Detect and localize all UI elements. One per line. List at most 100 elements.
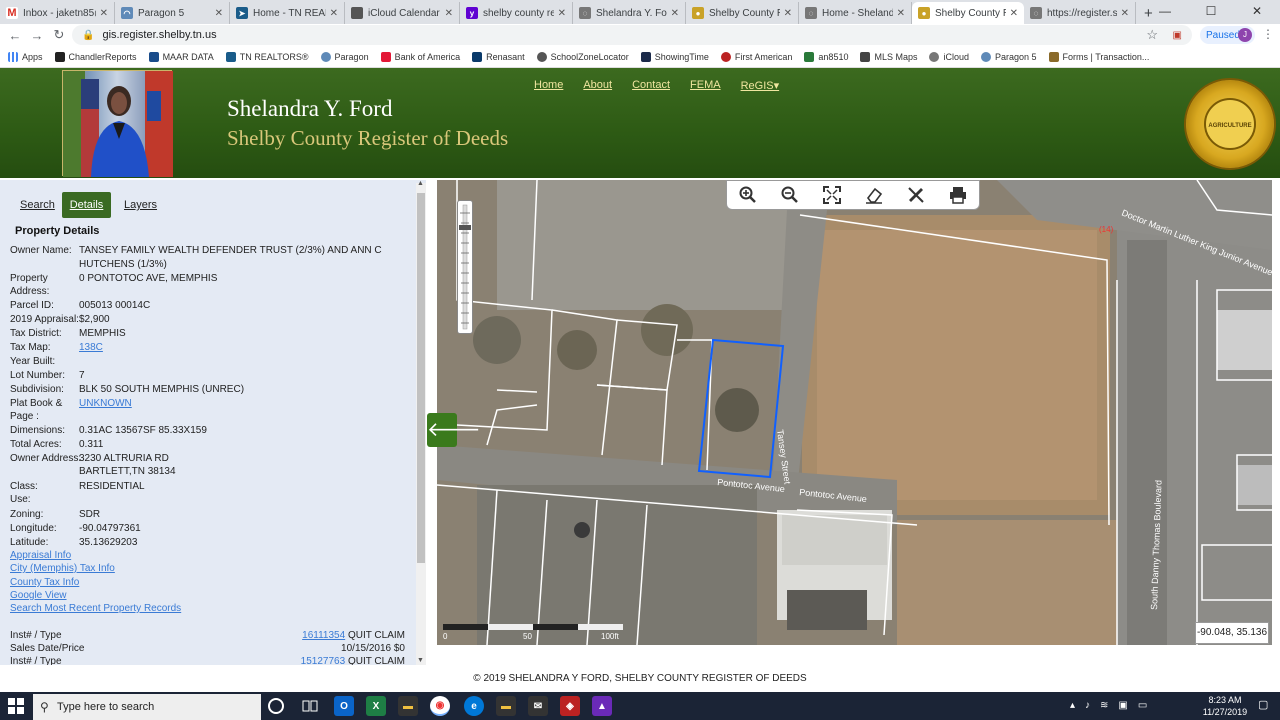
measure-icon[interactable] — [905, 184, 927, 206]
close-icon[interactable]: ✕ — [897, 8, 905, 19]
tab-layers[interactable]: Layers — [124, 192, 157, 218]
back-icon[interactable]: ← — [4, 28, 26, 43]
collapse-panel-button[interactable]: 🡐 — [427, 413, 481, 447]
windows-start-icon[interactable] — [6, 696, 26, 716]
close-icon[interactable]: ✕ — [1121, 8, 1129, 19]
close-icon[interactable]: ✕ — [215, 8, 223, 19]
panel-scrollbar[interactable]: ▲ ▼ — [416, 180, 426, 667]
nav-regis[interactable]: ReGIS▾ — [741, 79, 780, 92]
zoom-slider[interactable] — [457, 200, 473, 334]
full-extent-icon[interactable] — [821, 184, 843, 206]
minimize-icon[interactable]: — — [1142, 0, 1188, 24]
browser-tab-register[interactable]: ●Shelby County Regi✕ — [686, 2, 799, 24]
bookmark-bofa[interactable]: Bank of America — [380, 51, 460, 62]
bookmark-paragon5[interactable]: Paragon 5 — [981, 51, 1037, 62]
taskbar-clock[interactable]: 8:23 AM 11/27/2019 — [1200, 694, 1250, 718]
profile-button[interactable]: Paused J — [1200, 26, 1255, 44]
close-icon[interactable]: ✕ — [1010, 8, 1018, 19]
extension-icon[interactable]: ▣ — [1173, 30, 1182, 41]
bookmark-tnrealtors[interactable]: TN REALTORS® — [225, 51, 309, 62]
close-icon[interactable]: ✕ — [445, 8, 453, 19]
recent-records-link[interactable]: Search Most Recent Property Records — [10, 603, 181, 614]
print-icon[interactable] — [947, 184, 969, 206]
close-icon[interactable]: ✕ — [330, 8, 338, 19]
scroll-up-icon[interactable]: ▲ — [417, 180, 424, 187]
tab-details[interactable]: Details — [62, 192, 111, 218]
tray-app-icon[interactable]: ▣ — [1118, 700, 1127, 714]
menu-icon[interactable]: ⋮ — [1262, 27, 1274, 41]
close-icon[interactable]: ✕ — [558, 8, 566, 19]
mail-icon[interactable]: ✉ — [528, 696, 548, 716]
eraser-icon[interactable] — [863, 184, 885, 206]
browser-tab-icloud[interactable]: iCloud Calendar —✕ — [345, 2, 460, 24]
scrollbar-thumb[interactable] — [417, 193, 425, 563]
task-view-icon[interactable] — [300, 696, 320, 716]
bookmark-maar[interactable]: MAAR DATA — [148, 51, 214, 62]
zoom-in-icon[interactable] — [737, 184, 759, 206]
close-icon[interactable]: ✕ — [784, 8, 792, 19]
browser-tab-paragon[interactable]: ◠ Paragon 5 ✕ — [115, 2, 230, 24]
bookmark-forms[interactable]: Forms | Transaction... — [1048, 51, 1149, 62]
maximize-icon[interactable]: ☐ — [1188, 0, 1234, 24]
tax-map-label: Tax Map: — [10, 342, 51, 353]
bookmark-an8510[interactable]: an8510 — [804, 51, 848, 62]
scroll-down-icon[interactable]: ▼ — [417, 657, 424, 664]
tab-search[interactable]: Search — [20, 192, 55, 218]
notifications-icon[interactable]: ▢ — [1258, 698, 1272, 714]
bookmark-mlsmaps[interactable]: MLS Maps — [860, 51, 917, 62]
excel-icon[interactable]: X — [366, 696, 386, 716]
forward-icon[interactable]: → — [26, 28, 48, 43]
bookmark-apps[interactable]: Apps — [8, 51, 43, 62]
nav-home[interactable]: Home — [534, 79, 563, 92]
file-explorer-icon[interactable]: ▬ — [398, 696, 418, 716]
tax-map-link[interactable]: 138C — [79, 342, 103, 353]
county-tax-info-link[interactable]: County Tax Info — [10, 577, 79, 588]
zoom-slider-handle[interactable] — [459, 225, 471, 230]
nav-contact[interactable]: Contact — [632, 79, 670, 92]
network-icon[interactable]: ▴ — [1070, 700, 1075, 714]
city-tax-info-link[interactable]: City (Memphis) Tax Info — [10, 563, 115, 574]
bookmark-firstamerican[interactable]: First American — [720, 51, 792, 62]
nav-about[interactable]: About — [583, 79, 612, 92]
nav-fema[interactable]: FEMA — [690, 79, 721, 92]
close-icon[interactable]: ✕ — [100, 8, 108, 19]
battery-icon[interactable]: ▭ — [1138, 700, 1147, 714]
volume-icon[interactable]: ♪ — [1085, 700, 1090, 714]
plat-link[interactable]: UNKNOWN — [79, 398, 132, 409]
chrome-icon[interactable]: ◉ — [430, 696, 450, 716]
browser-tab-home-shelandra[interactable]: ◌Home - Shelandra Y✕ — [799, 2, 912, 24]
close-window-icon[interactable]: ✕ — [1234, 0, 1280, 24]
bookmark-paragon[interactable]: Paragon — [320, 51, 369, 62]
bookmark-icloud[interactable]: iCloud — [929, 51, 969, 62]
wifi-icon[interactable]: ≋ — [1100, 700, 1108, 714]
inst-1-link[interactable]: 16111354 — [302, 630, 345, 641]
taskbar-search-input[interactable]: ⚲ Type here to search — [33, 694, 261, 720]
property-details-title: Property Details — [15, 225, 100, 237]
browser-tab-yahoo[interactable]: yshelby county regis✕ — [460, 2, 573, 24]
bookmark-showingtime[interactable]: ShowingTime — [640, 51, 709, 62]
app-icon-purple[interactable]: ▲ — [592, 696, 612, 716]
search-icon: ⚲ — [40, 700, 49, 714]
google-view-link[interactable]: Google View — [10, 590, 67, 601]
appraisal-info-link[interactable]: Appraisal Info — [10, 550, 71, 561]
edge-icon[interactable]: e — [464, 696, 484, 716]
store-icon[interactable]: ▬ — [496, 696, 516, 716]
browser-tab-gmail[interactable]: MInbox - jaketn85@g✕ — [0, 2, 115, 24]
map-coordinates: -90.048, 35.136 — [1195, 622, 1269, 644]
browser-tab-ford[interactable]: ◌Shelandra Y. Ford,✕ — [573, 2, 686, 24]
app-icon-red[interactable]: ◈ — [560, 696, 580, 716]
bookmark-chandlerreports[interactable]: ChandlerReports — [54, 51, 137, 62]
bookmark-renasant[interactable]: Renasant — [472, 51, 525, 62]
reload-icon[interactable]: ↻ — [48, 27, 70, 43]
zoom-out-icon[interactable] — [779, 184, 801, 206]
outlook-icon[interactable]: O — [334, 696, 354, 716]
bookmark-star-icon[interactable]: ☆ — [1146, 27, 1158, 43]
browser-tab-tnrealtors[interactable]: ➤Home - TN REALTO✕ — [230, 2, 345, 24]
cortana-icon[interactable] — [268, 698, 284, 714]
address-bar[interactable]: 🔒 gis.register.shelby.tn.us ☆ ▣ — [72, 25, 1192, 45]
bookmark-schoolzone[interactable]: SchoolZoneLocator — [536, 51, 629, 62]
browser-tab-register-url[interactable]: ◌https://register.she✕ — [1024, 2, 1136, 24]
aerial-map[interactable]: Tansey Street Pontotoc Avenue Pontotoc A… — [437, 180, 1272, 645]
close-icon[interactable]: ✕ — [671, 8, 679, 19]
browser-tab-active[interactable]: ●Shelby County Regi✕ — [912, 2, 1024, 24]
